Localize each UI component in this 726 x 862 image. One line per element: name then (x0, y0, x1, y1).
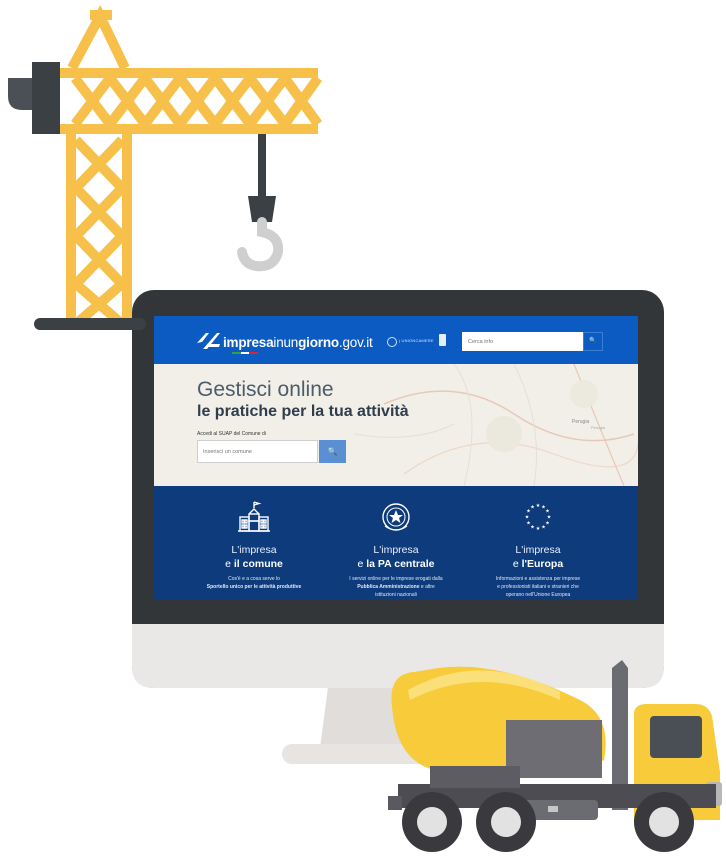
svg-text:★: ★ (526, 521, 531, 527)
monitor-screen: impresainungiorno.gov.it | UNIONCAMERE 🔍… (154, 316, 638, 599)
hero-section: Gestisci online le pratiche per la tua a… (154, 364, 638, 486)
hero-subtitle: le pratiche per la tua attività (197, 403, 409, 420)
service-line1: L'impresa (231, 544, 277, 556)
svg-text:★: ★ (536, 526, 541, 532)
town-hall-icon (238, 501, 270, 532)
service-card-comune[interactable]: L'impresa e il comune Cos'è e a cosa ser… (179, 486, 329, 599)
services-band: L'impresa e il comune Cos'è e a cosa ser… (154, 486, 638, 599)
search-icon: 🔍 (589, 338, 597, 344)
italian-flag-stripe (232, 352, 259, 354)
service-desc1: Informazioni e assistenza per imprese (495, 576, 581, 582)
svg-text:★: ★ (536, 503, 541, 509)
map-city-label: Perugia (572, 419, 590, 425)
eu-stars-icon: ★ ★★ ★★★ ★★★ ★★★ (525, 503, 552, 532)
map-city-label-small: Perugia (591, 425, 605, 430)
cement-mixer-truck-icon (388, 660, 722, 852)
svg-text:★: ★ (530, 505, 535, 511)
hook-icon (237, 134, 284, 272)
unioncamere-icon (439, 334, 446, 346)
service-card-pa-centrale[interactable]: L'impresa e la PA centrale I servizi onl… (321, 486, 471, 599)
italian-republic-emblem-icon (382, 503, 410, 531)
svg-text:★: ★ (541, 525, 546, 531)
service-line1: L'impresa (515, 544, 561, 556)
service-desc2: e professionisti italiani e stranieri ch… (497, 584, 579, 590)
hero-title: Gestisci online (197, 378, 334, 401)
service-desc1: I servizi online per le imprese erogati … (349, 576, 443, 582)
service-line2: e la PA centrale (357, 558, 435, 570)
service-desc1: Cos'è e a cosa serve lo (228, 576, 280, 582)
service-card-europa[interactable]: ★ ★ ★ ★ ★ ★ ★ ★ ★ ★ ★ ★ L'impresa e l'Europa Inf… (463, 486, 613, 599)
service-desc2: Pubblica Amministrazione e altre (357, 584, 435, 590)
service-line1: L'impresa (373, 544, 419, 556)
site-logo[interactable]: impresainungiorno.gov.it (223, 335, 373, 350)
crane-icon (8, 4, 323, 330)
government-emblem-icon (387, 337, 397, 347)
svg-text:★: ★ (545, 521, 550, 527)
svg-text:★: ★ (530, 525, 535, 531)
svg-text:★: ★ (525, 515, 530, 521)
service-line2: e l'Europa (512, 558, 564, 570)
comune-input[interactable] (197, 440, 318, 463)
suap-label: Accedi al SUAP del Comune di (197, 431, 266, 437)
search-input[interactable] (462, 332, 583, 351)
service-desc3: istituzioni nazionali (375, 592, 417, 598)
partner-label[interactable]: | UNIONCAMERE (399, 338, 434, 343)
search-icon: 🔍 (327, 447, 338, 456)
comune-search-button[interactable]: 🔍 (319, 440, 346, 463)
logo-mark-icon[interactable] (197, 333, 220, 349)
service-desc2: Sportello unico per le attività produtti… (206, 584, 302, 590)
service-desc3: operano nell'Unione Europea (505, 592, 571, 598)
site-header: impresainungiorno.gov.it | UNIONCAMERE 🔍 (154, 316, 638, 364)
service-line2: e il comune (225, 558, 283, 570)
search-button[interactable]: 🔍 (583, 332, 603, 351)
